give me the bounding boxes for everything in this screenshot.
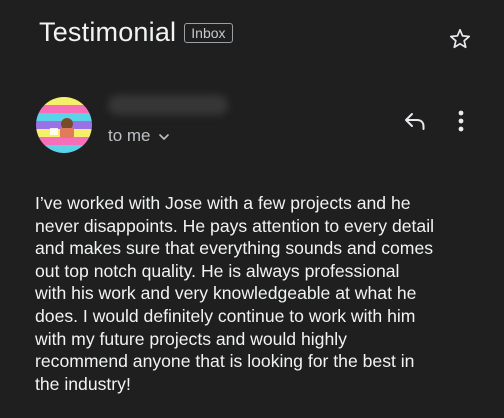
avatar-image (36, 97, 92, 153)
email-view: Testimonial Inbox to me I’ve worked with… (0, 0, 504, 418)
chevron-down-icon (158, 133, 169, 140)
inbox-label-chip[interactable]: Inbox (184, 23, 233, 43)
sender-avatar[interactable] (36, 97, 92, 153)
star-icon[interactable] (448, 27, 472, 51)
recipient-details-toggle[interactable]: to me (108, 126, 170, 146)
sender-name-redacted (108, 95, 228, 115)
email-header: Testimonial Inbox (39, 14, 233, 50)
email-subject: Testimonial (39, 17, 177, 47)
reply-icon[interactable] (402, 110, 428, 132)
more-vert-icon[interactable] (452, 108, 470, 134)
email-body: I’ve worked with Jose with a few project… (35, 193, 435, 394)
recipient-text: to me (108, 126, 151, 145)
